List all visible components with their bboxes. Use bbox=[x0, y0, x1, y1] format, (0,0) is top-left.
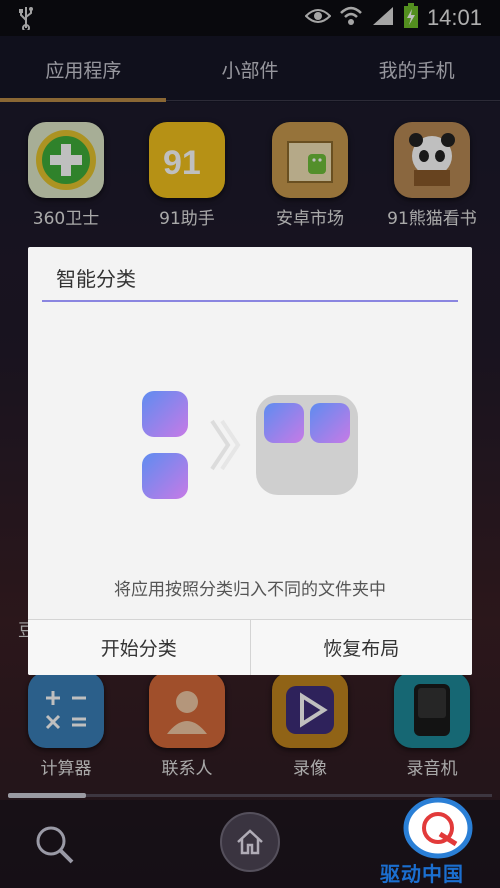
dialog-buttons: 开始分类 恢复布局 bbox=[28, 619, 472, 675]
home-icon[interactable] bbox=[220, 812, 280, 872]
dialog-description: 将应用按照分类归入不同的文件夹中 bbox=[114, 580, 386, 600]
watermark-text: 驱动中国 bbox=[380, 862, 464, 886]
scroll-thumb[interactable] bbox=[8, 793, 86, 798]
watermark-logo bbox=[402, 796, 474, 864]
smart-sort-dialog: 智能分类 将应用按照分类归入不同的文件夹中 开始分类 恢复布局 bbox=[28, 247, 472, 675]
restore-layout-button[interactable]: 恢复布局 bbox=[249, 620, 472, 675]
sort-illustration bbox=[142, 391, 358, 499]
app-tile-icon bbox=[142, 453, 188, 499]
title-underline bbox=[42, 300, 458, 302]
app-tile-icon bbox=[142, 391, 188, 437]
start-sort-button[interactable]: 开始分类 bbox=[28, 620, 250, 675]
dialog-title: 智能分类 bbox=[56, 267, 136, 291]
search-icon[interactable] bbox=[32, 822, 76, 870]
